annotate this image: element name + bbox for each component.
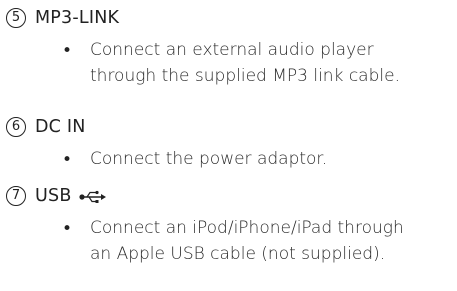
bullet-item: • Connect an external audio player throu…	[6, 37, 457, 89]
section-heading: 5 MP3-LINK	[6, 7, 457, 33]
section-heading: 6 DC IN	[6, 116, 457, 142]
bullet-text: Connect an external audio player through…	[90, 37, 457, 89]
bullet-item: • Connect an iPod/iPhone/iPad through an…	[6, 215, 457, 267]
bullet-marker: •	[62, 219, 73, 239]
bullet-text: Connect an iPod/iPhone/iPad through an A…	[90, 215, 457, 267]
section-title-group: USB	[35, 185, 107, 207]
section-title: USB	[35, 186, 72, 206]
usb-icon	[78, 189, 107, 203]
bullet-marker: •	[62, 41, 73, 61]
text-line: an Apple USB cable (not supplied).	[90, 244, 386, 264]
bullet-text: Connect the power adaptor.	[90, 146, 457, 172]
text-line: through the supplied MP3 link cable.	[90, 66, 400, 86]
circled-number: 6	[6, 117, 26, 137]
section-dc-in: 6 DC IN • Connect the power adaptor.	[6, 116, 457, 172]
section-usb: 7 USB • Connect an iPod/iPhone/iPad thro…	[6, 185, 457, 267]
text-line: Connect an external audio player	[90, 40, 374, 60]
section-title: DC IN	[35, 117, 86, 137]
circled-number: 5	[6, 8, 26, 28]
text-line: Connect an iPod/iPhone/iPad through	[90, 218, 404, 238]
text-line: Connect the power adaptor.	[90, 149, 328, 169]
section-mp3-link: 5 MP3-LINK • Connect an external audio p…	[6, 7, 457, 89]
section-heading: 7 USB	[6, 185, 457, 211]
section-title: MP3-LINK	[35, 8, 120, 28]
circled-number: 7	[6, 186, 26, 206]
bullet-marker: •	[62, 150, 73, 170]
bullet-item: • Connect the power adaptor.	[6, 146, 457, 172]
